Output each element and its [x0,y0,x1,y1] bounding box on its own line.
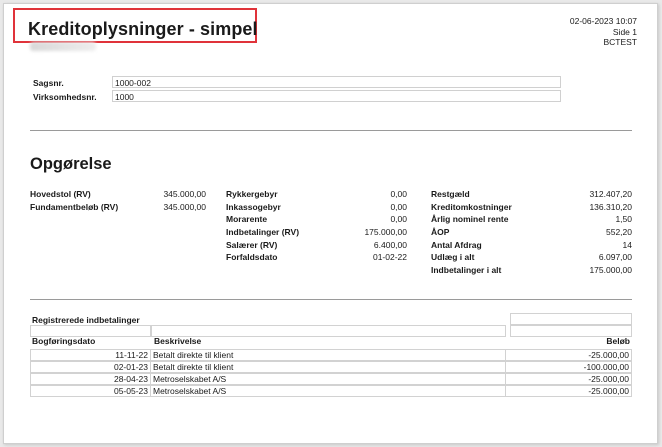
summary-value: 345.000,00 [163,201,206,212]
summary-label: Rykkergebyr [226,189,278,199]
report-meta: 02-06-2023 10:07 Side 1 BCTEST [570,16,637,48]
summary-label: Restgæld [431,189,470,199]
summary-row: Rykkergebyr 0,00 [226,189,407,202]
summary-value: 136.310,20 [589,201,632,212]
payment-date: 05-05-23 [30,385,151,397]
payments-title: Registrerede indbetalinger [32,315,140,325]
table-row: 28-04-23 Metroselskabet A/S -25.000,00 [30,373,632,385]
report-user: BCTEST [603,37,637,47]
report-datetime: 02-06-2023 10:07 [569,16,637,26]
table-row: 02-01-23 Betalt direkte til klient -100.… [30,361,632,373]
redacted-subtitle [30,42,96,51]
company-number-label: Virksomhedsnr. [33,92,97,102]
summary-row: Udlæg i alt 6.097,00 [431,252,632,265]
summary-row: Indbetalinger i alt 175.000,00 [431,265,632,278]
summary-row: Hovedstol (RV) 345.000,00 [30,189,206,202]
summary-value: 6.400,00 [373,239,407,250]
divider [30,299,632,300]
summary-row: Indbetalinger (RV) 175.000,00 [226,227,407,240]
summary-value: 345.000,00 [163,189,206,199]
column-header-description: Beskrivelse [154,336,202,346]
summary-row: Inkassogebyr 0,00 [226,202,407,215]
summary-value: 175.000,00 [589,265,632,276]
summary-row: Fundamentbeløb (RV) 345.000,00 [30,202,206,215]
case-number-row: Sagsnr. 1000-002 [30,76,561,89]
summary-row: Årlig nominel rente 1,50 [431,214,632,227]
summary-value: 01-02-22 [372,252,407,263]
summary-row: Kreditomkostninger 136.310,20 [431,202,632,215]
summary-value: 552,20 [606,227,632,238]
table-empty-cell [510,313,632,325]
summary-label: Morarente [226,214,268,225]
summary-row: Antal Afdrag 14 [431,240,632,253]
summary-column-2: Rykkergebyr 0,00 Inkassogebyr 0,00 Moraren… [226,189,407,265]
company-number-value: 1000 [112,90,561,102]
summary-value: 14 [622,239,632,250]
summary-label: Forfaldsdato [226,252,278,263]
report-title: Kreditoplysninger - simpel [28,19,258,39]
case-number-value: 1000-002 [112,76,561,88]
summary-label: Kreditomkostninger [431,201,512,212]
summary-label: Salærer (RV) [226,239,278,250]
payment-description: Betalt direkte til klient [151,361,506,373]
divider [30,130,632,131]
table-row: 11-11-22 Betalt direkte til klient -25.0… [30,349,632,361]
summary-label: Årlig nominel rente [431,214,509,225]
payment-amount: -25.000,00 [506,373,632,385]
payment-description: Metroselskabet A/S [151,385,506,397]
payment-amount: -25.000,00 [506,349,632,361]
summary-label: Indbetalinger (RV) [226,227,300,238]
summary-row: Salærer (RV) 6.400,00 [226,240,407,253]
summary-value: 6.097,00 [598,252,632,263]
summary-row: ÅOP 552,20 [431,227,632,240]
summary-label: Inkassogebyr [226,201,281,212]
payment-date: 11-11-22 [30,349,151,361]
payment-amount: -100.000,00 [506,361,632,373]
summary-column-1: Hovedstol (RV) 345.000,00 Fundamentbeløb … [30,189,206,214]
column-header-amount: Beløb [606,336,630,346]
table-empty-cell [151,325,506,337]
company-number-row: Virksomhedsnr. 1000 [30,90,561,103]
summary-label: Fundamentbeløb (RV) [30,201,119,212]
report-page-number: Side 1 [612,26,637,37]
summary-label: Indbetalinger i alt [431,265,502,276]
payment-description: Metroselskabet A/S [151,373,506,385]
table-row: 05-05-23 Metroselskabet A/S -25.000,00 [30,385,632,397]
summary-value: 312.407,20 [589,189,632,199]
column-header-date: Bogføringsdato [32,336,96,346]
case-number-label: Sagsnr. [33,78,64,88]
payment-description: Betalt direkte til klient [151,349,506,361]
summary-row: Morarente 0,00 [226,214,407,227]
summary-label: Udlæg i alt [431,252,475,263]
summary-label: ÅOP [431,227,450,238]
section-title: Opgørelse [30,155,112,173]
summary-value: 175.000,00 [364,227,407,238]
summary-value: 1,50 [615,214,632,225]
payment-date: 28-04-23 [30,373,151,385]
summary-label: Hovedstol (RV) [30,189,91,199]
summary-value: 0,00 [390,189,407,199]
summary-row: Forfaldsdato 01-02-22 [226,252,407,265]
summary-label: Antal Afdrag [431,239,482,250]
summary-column-3: Restgæld 312.407,20 Kreditomkostninger 136… [431,189,632,278]
summary-value: 0,00 [390,214,407,225]
summary-value: 0,00 [390,201,407,212]
payment-amount: -25.000,00 [506,385,632,397]
summary-row: Restgæld 312.407,20 [431,189,632,202]
payment-date: 02-01-23 [30,361,151,373]
